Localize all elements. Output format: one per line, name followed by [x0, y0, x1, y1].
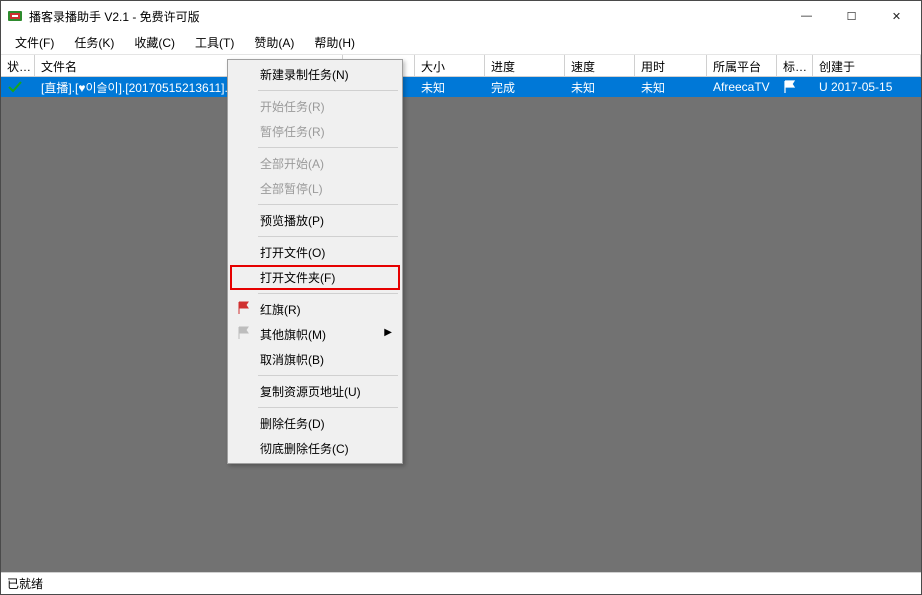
- window-title: 播客录播助手 V2.1 - 免费许可版: [29, 8, 784, 25]
- col-mark[interactable]: 标记: [777, 55, 813, 76]
- menu-tools[interactable]: 工具(T): [185, 31, 244, 54]
- cell-time: 未知: [635, 77, 707, 97]
- context-menu-item: 开始任务(R): [230, 94, 400, 119]
- table-area: 状态 文件名 完成数 大小 进度 速度 用时 所属平台 标记 创建于 [直播].…: [1, 55, 921, 572]
- menu-sponsor[interactable]: 赞助(A): [244, 31, 304, 54]
- cell-mark: [777, 77, 813, 97]
- context-menu-item: 全部暂停(L): [230, 176, 400, 201]
- context-menu-item[interactable]: 红旗(R): [230, 297, 400, 322]
- context-menu-separator: [258, 375, 398, 376]
- cell-size: 未知: [415, 77, 485, 97]
- context-menu-item: 暂停任务(R): [230, 119, 400, 144]
- table-row[interactable]: [直播].[♥이슬이].[20170515213611].mp4 509.7 M…: [1, 77, 921, 97]
- context-menu-separator: [258, 147, 398, 148]
- minimize-button[interactable]: —: [784, 2, 829, 30]
- cell-created: U 2017-05-15: [813, 77, 921, 97]
- context-menu-item[interactable]: 彻底删除任务(C): [230, 436, 400, 461]
- menu-file[interactable]: 文件(F): [5, 31, 64, 54]
- flag-icon: [783, 80, 797, 94]
- window-controls: — ☐ ✕: [784, 2, 919, 30]
- col-progress[interactable]: 进度: [485, 55, 565, 76]
- context-menu-separator: [258, 236, 398, 237]
- cell-progress: 完成: [485, 77, 565, 97]
- menubar: 文件(F) 任务(K) 收藏(C) 工具(T) 赞助(A) 帮助(H): [1, 31, 921, 55]
- context-menu-item: 全部开始(A): [230, 151, 400, 176]
- cell-speed: 未知: [565, 77, 635, 97]
- context-menu-item[interactable]: 取消旗帜(B): [230, 347, 400, 372]
- menu-task[interactable]: 任务(K): [64, 31, 124, 54]
- context-menu-item[interactable]: 复制资源页地址(U): [230, 379, 400, 404]
- menu-help[interactable]: 帮助(H): [304, 31, 365, 54]
- col-time[interactable]: 用时: [635, 55, 707, 76]
- app-window: 播客录播助手 V2.1 - 免费许可版 — ☐ ✕ 文件(F) 任务(K) 收藏…: [0, 0, 922, 595]
- maximize-button[interactable]: ☐: [829, 2, 874, 30]
- col-created[interactable]: 创建于: [813, 55, 921, 76]
- context-menu: 新建录制任务(N) 开始任务(R)暂停任务(R) 全部开始(A)全部暂停(L) 预览播…: [227, 59, 403, 464]
- titlebar[interactable]: 播客录播助手 V2.1 - 免费许可版 — ☐ ✕: [1, 1, 921, 31]
- red-flag-icon: [237, 301, 251, 315]
- context-menu-item[interactable]: 打开文件(O): [230, 240, 400, 265]
- cell-platform: AfreecaTV: [707, 77, 777, 97]
- status-check-icon: [1, 77, 35, 97]
- col-speed[interactable]: 速度: [565, 55, 635, 76]
- context-menu-separator: [258, 204, 398, 205]
- submenu-arrow-icon: ▶: [384, 327, 392, 338]
- table-header: 状态 文件名 完成数 大小 进度 速度 用时 所属平台 标记 创建于: [1, 55, 921, 77]
- col-platform[interactable]: 所属平台: [707, 55, 777, 76]
- status-text: 已就绪: [7, 575, 43, 592]
- app-icon: [7, 8, 23, 24]
- context-menu-item[interactable]: 新建录制任务(N): [230, 62, 400, 87]
- context-menu-item[interactable]: 打开文件夹(F): [230, 265, 400, 290]
- context-menu-separator: [258, 407, 398, 408]
- statusbar: 已就绪: [1, 572, 921, 594]
- context-menu-item[interactable]: 其他旗帜(M)▶: [230, 322, 400, 347]
- close-button[interactable]: ✕: [874, 2, 919, 30]
- col-status[interactable]: 状态: [1, 55, 35, 76]
- context-menu-separator: [258, 90, 398, 91]
- context-menu-separator: [258, 293, 398, 294]
- context-menu-item[interactable]: 删除任务(D): [230, 411, 400, 436]
- menu-fav[interactable]: 收藏(C): [124, 31, 185, 54]
- col-size[interactable]: 大小: [415, 55, 485, 76]
- context-menu-item[interactable]: 预览播放(P): [230, 208, 400, 233]
- gray-flag-icon: [237, 326, 251, 340]
